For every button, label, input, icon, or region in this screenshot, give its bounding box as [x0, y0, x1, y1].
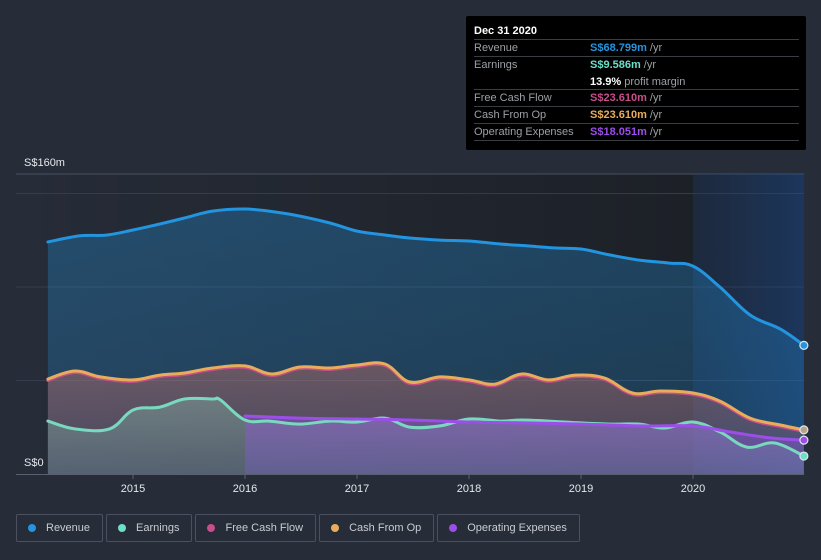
tooltip-label: Earnings — [474, 58, 518, 71]
tooltip-label: Free Cash Flow — [474, 92, 552, 105]
endpoint-marker-revenue — [799, 340, 809, 350]
profit-margin-value: 13.9% — [590, 75, 622, 88]
tooltip-value: S$23.610m — [590, 109, 647, 122]
tooltip-row-operating-expenses: Operating Expenses S$18.051m /yr — [474, 124, 799, 141]
tooltip-value: S$23.610m — [590, 92, 647, 105]
tooltip-row-free-cash-flow: Free Cash Flow S$23.610m /yr — [474, 90, 799, 108]
endpoint-marker-operating-expenses — [799, 435, 809, 445]
legend-dot-icon — [28, 524, 36, 532]
tooltip-row-revenue: Revenue S$68.799m /yr — [474, 40, 799, 57]
legend: Revenue Earnings Free Cash Flow Cash Fro… — [16, 514, 580, 542]
y-axis-zero-label: S$0 — [24, 457, 44, 469]
legend-item-earnings[interactable]: Earnings — [106, 514, 193, 542]
x-tick-label: 2020 — [681, 483, 705, 495]
legend-item-revenue[interactable]: Revenue — [16, 514, 104, 542]
tooltip-value: S$9.586m — [590, 58, 641, 71]
tooltip-label — [474, 74, 590, 90]
tooltip-unit: /yr — [643, 58, 656, 71]
legend-label: Free Cash Flow — [225, 522, 304, 534]
tooltip-label: Operating Expenses — [474, 125, 574, 138]
tooltip-row-cash-from-op: Cash From Op S$23.610m /yr — [474, 107, 799, 124]
endpoint-marker-cash-from-op — [799, 425, 809, 435]
tooltip-unit: /yr — [649, 125, 663, 138]
legend-label: Cash From Op — [349, 522, 422, 534]
legend-dot-icon — [118, 524, 127, 532]
tooltip-row-profit-margin: 13.9% profit margin — [474, 74, 799, 91]
legend-dot-icon — [207, 524, 216, 532]
tooltip: Dec 31 2020 Revenue S$68.799m /yr Earnin… — [466, 16, 806, 150]
legend-label: Revenue — [46, 522, 91, 534]
legend-label: Operating Expenses — [467, 522, 567, 534]
legend-item-operating-expenses[interactable]: Operating Expenses — [437, 514, 580, 542]
profit-margin-label: profit margin — [624, 75, 686, 88]
tooltip-label: Cash From Op — [474, 109, 547, 122]
x-tick-label: 2017 — [345, 483, 369, 495]
tooltip-unit: /yr — [649, 42, 663, 54]
legend-item-cash-from-op[interactable]: Cash From Op — [319, 514, 435, 542]
y-axis-top-label: S$160m — [24, 157, 65, 169]
endpoint-marker-earnings — [799, 451, 809, 461]
legend-label: Earnings — [136, 522, 180, 534]
tooltip-label: Revenue — [474, 42, 519, 54]
tooltip-row-earnings: Earnings S$9.586m /yr — [474, 57, 799, 74]
tooltip-value: S$18.051m — [590, 125, 647, 138]
legend-dot-icon — [449, 524, 458, 532]
x-tick-label: 2016 — [233, 483, 257, 495]
legend-dot-icon — [331, 524, 340, 532]
tooltip-unit: /yr — [649, 109, 663, 122]
legend-item-free-cash-flow[interactable]: Free Cash Flow — [195, 514, 317, 542]
tooltip-date: Dec 31 2020 — [474, 23, 799, 40]
tooltip-unit: /yr — [649, 92, 663, 105]
x-tick-label: 2015 — [121, 483, 145, 495]
x-tick-label: 2018 — [457, 483, 481, 495]
tooltip-value: S$68.799m — [590, 42, 647, 54]
x-tick-label: 2019 — [569, 483, 593, 495]
